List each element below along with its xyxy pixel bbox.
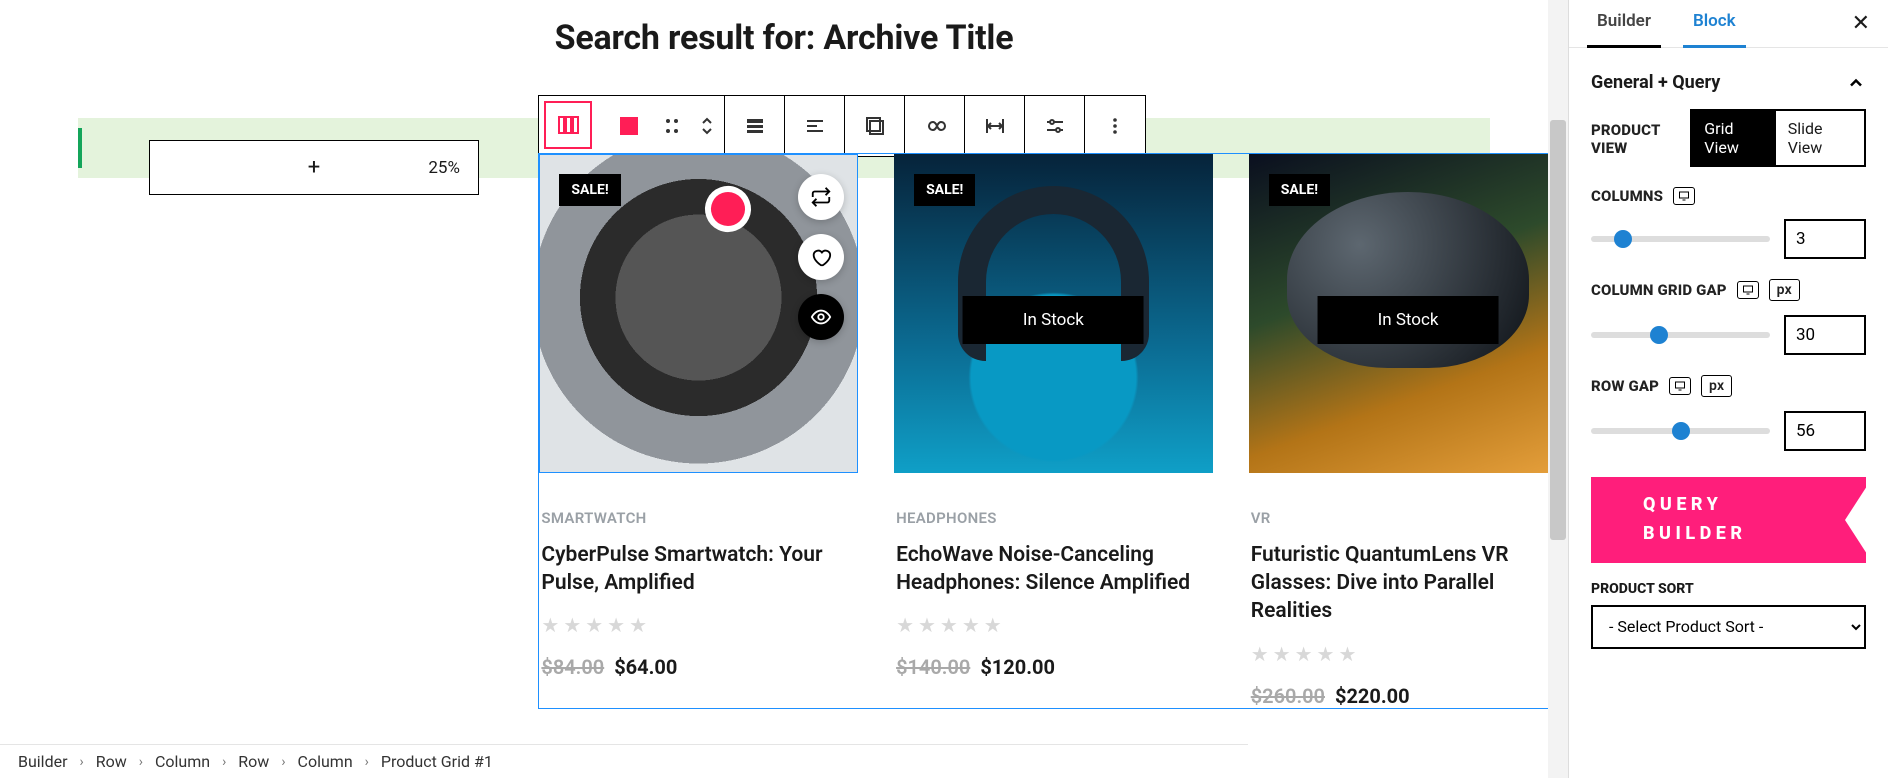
sidebar-tabs: Builder Block ✕	[1569, 0, 1888, 48]
price-old: $260.00	[1251, 684, 1325, 708]
price-old: $84.00	[541, 655, 604, 679]
product-title[interactable]: EchoWave Noise-Canceling Headphones: Sil…	[896, 541, 1211, 598]
page-title: Search result for: Archive Title	[0, 18, 1568, 58]
breadcrumb-item[interactable]: Row	[96, 752, 127, 771]
product-grid-block-icon[interactable]	[604, 96, 654, 156]
sale-badge: SALE!	[914, 174, 975, 206]
tab-block[interactable]: Block	[1683, 0, 1746, 48]
columns-input[interactable]	[1784, 219, 1866, 259]
chevron-up-icon	[1846, 73, 1866, 93]
query-builder-button[interactable]: QUERY BUILDER	[1591, 477, 1866, 563]
product-rating: ★★★★★	[1251, 642, 1566, 666]
breadcrumb: Builder› Row› Column› Row› Column› Produ…	[0, 744, 1248, 778]
column-gap-label: COLUMN GRID GAP px	[1591, 279, 1866, 301]
row-gap-input[interactable]	[1784, 411, 1866, 451]
close-icon[interactable]: ✕	[1852, 11, 1870, 36]
quickview-button[interactable]	[798, 294, 844, 340]
inspector-sidebar: Builder Block ✕ General + Query PRODUCT …	[1568, 0, 1888, 778]
infinity-icon[interactable]	[905, 96, 965, 156]
breadcrumb-item[interactable]: Row	[238, 752, 269, 771]
wishlist-button[interactable]	[798, 234, 844, 280]
unit-selector[interactable]: px	[1701, 375, 1732, 397]
align-left-icon[interactable]	[785, 96, 845, 156]
responsive-icon[interactable]	[1673, 187, 1695, 205]
product-image: SALE! In Stock	[894, 154, 1213, 473]
product-view-toggle: Grid View Slide View	[1690, 109, 1866, 167]
product-title[interactable]: Futuristic QuantumLens VR Glasses: Dive …	[1251, 541, 1566, 626]
builder-row[interactable]: + 25%	[78, 118, 1489, 178]
empty-column-slot[interactable]: + 25%	[149, 140, 479, 195]
columns-label: COLUMNS	[1591, 187, 1866, 205]
drag-handle-icon[interactable]	[654, 96, 689, 156]
responsive-icon[interactable]	[1737, 281, 1759, 299]
breadcrumb-item[interactable]: Column	[155, 752, 210, 771]
product-price: $84.00 $64.00	[541, 655, 856, 679]
price-current: $64.00	[614, 655, 677, 679]
product-rating: ★★★★★	[541, 613, 856, 637]
stock-badge: In Stock	[963, 296, 1144, 344]
product-image: SALE!	[539, 154, 858, 473]
breadcrumb-item[interactable]: Product Grid #1	[381, 752, 493, 771]
product-card[interactable]: SALE! SMARTWATCH CyberPulse Smartwatch: …	[539, 154, 858, 708]
price-current: $120.00	[980, 655, 1055, 679]
slide-view-option[interactable]: Slide View	[1776, 111, 1864, 165]
product-view-label: PRODUCT VIEW	[1591, 121, 1690, 157]
section-general-query[interactable]: General + Query	[1591, 66, 1866, 111]
row-gap-label: ROW GAP px	[1591, 375, 1866, 397]
price-current: $220.00	[1335, 684, 1410, 708]
columns-icon[interactable]	[544, 101, 592, 149]
responsive-icon[interactable]	[1669, 377, 1691, 395]
breadcrumb-item[interactable]: Column	[298, 752, 353, 771]
price-old: $140.00	[896, 655, 970, 679]
product-category: HEADPHONES	[896, 509, 1211, 527]
product-title[interactable]: CyberPulse Smartwatch: Your Pulse, Ampli…	[541, 541, 856, 598]
product-price: $260.00 $220.00	[1251, 684, 1566, 708]
align-full-icon[interactable]	[725, 96, 785, 156]
add-icon: +	[308, 155, 320, 180]
breadcrumb-item[interactable]: Builder	[18, 752, 68, 771]
product-grid-block[interactable]: SALE! SMARTWATCH CyberPulse Smartwatch: …	[538, 153, 1568, 709]
grid-view-option[interactable]: Grid View	[1692, 111, 1775, 165]
stock-badge: In Stock	[1318, 296, 1499, 344]
hover-actions	[798, 174, 844, 340]
product-sort-label: PRODUCT SORT	[1591, 581, 1866, 597]
section-title: General + Query	[1591, 72, 1720, 93]
canvas-scrollbar[interactable]	[1548, 0, 1568, 778]
column-gap-input[interactable]	[1784, 315, 1866, 355]
product-rating: ★★★★★	[896, 613, 1211, 637]
sale-badge: SALE!	[559, 174, 620, 206]
product-category: VR	[1251, 509, 1566, 527]
move-updown-icon[interactable]	[689, 96, 724, 156]
row-gap-slider[interactable]	[1591, 428, 1770, 434]
block-toolbar	[538, 95, 1146, 157]
columns-slider[interactable]	[1591, 236, 1770, 242]
sale-badge: SALE!	[1269, 174, 1330, 206]
unit-selector[interactable]: px	[1769, 279, 1800, 301]
settings-slider-icon[interactable]	[1025, 96, 1085, 156]
product-sort-select[interactable]: - Select Product Sort -	[1591, 605, 1866, 649]
product-card[interactable]: SALE! In Stock VR Futuristic QuantumLens…	[1249, 154, 1568, 708]
product-category: SMARTWATCH	[541, 509, 856, 527]
width-icon[interactable]	[965, 96, 1025, 156]
column-gap-slider[interactable]	[1591, 332, 1770, 338]
product-price: $140.00 $120.00	[896, 655, 1211, 679]
product-image: SALE! In Stock	[1249, 154, 1568, 473]
column-width-label: 25%	[428, 158, 460, 178]
gallery-icon[interactable]	[845, 96, 905, 156]
compare-button[interactable]	[798, 174, 844, 220]
product-card[interactable]: SALE! In Stock HEADPHONES EchoWave Noise…	[894, 154, 1213, 708]
more-icon[interactable]	[1085, 96, 1145, 156]
tab-builder[interactable]: Builder	[1587, 0, 1661, 48]
